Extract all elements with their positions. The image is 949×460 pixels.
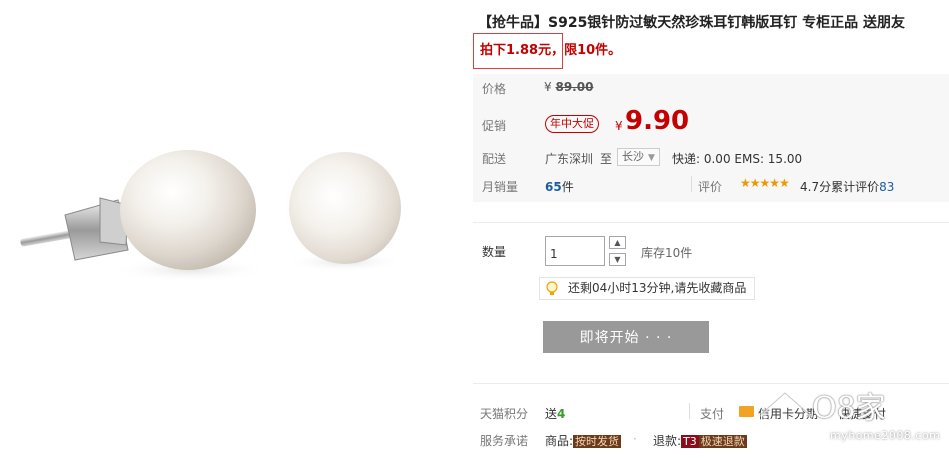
tmall-points-prefix: 送 — [545, 407, 558, 421]
refund-promise-prefix: 退款: — [653, 434, 682, 448]
promotion-price: 9.90 — [625, 106, 690, 136]
promo-limit: 限10件。 — [564, 43, 622, 58]
rating-summary[interactable]: 4.7分累计评价83 — [800, 178, 894, 195]
tmall-points-label: 天猫积分 — [480, 407, 529, 421]
destination-city-value: 长沙 — [622, 150, 644, 163]
dot-separator: · — [633, 432, 637, 446]
lightbulb-icon — [546, 281, 558, 295]
rating-label: 评价 — [698, 180, 723, 194]
chevron-down-icon: ▼ — [648, 153, 655, 163]
watermark-url: myhome2008.com — [830, 429, 941, 442]
product-image[interactable] — [0, 0, 460, 457]
on-time-shipping-badge[interactable]: 按时发货 — [573, 435, 622, 448]
original-price-value: 89.00 — [555, 80, 594, 94]
shipping-origin: 广东深圳 — [545, 152, 594, 166]
original-price: ¥ 89.00 — [544, 80, 593, 94]
goods-promise: 商品: 按时发货 — [545, 432, 622, 449]
divider — [691, 176, 692, 192]
promotion-label: 促销 — [482, 119, 507, 133]
tmall-points-value: 送4 — [545, 405, 565, 422]
payment-label: 支付 — [700, 407, 725, 421]
promotion-currency: ¥ — [615, 119, 623, 133]
shipping-fees: 快递: 0.00 EMS: 15.00 — [672, 152, 803, 166]
monthly-sales-count: 65 — [545, 180, 562, 194]
tmall-points-number: 4 — [557, 407, 566, 421]
rating-score: 4.7分 — [800, 180, 832, 194]
quantity-increase-button[interactable]: ▲ — [609, 236, 626, 249]
right-pearl — [289, 152, 401, 264]
product-title: 【抢牛品】S925银针防过敏天然珍珠耳钉韩版耳钉 专柜正品 送朋友 — [478, 15, 906, 31]
promo-text: 拍下1.88元，限10件。 — [480, 39, 621, 58]
quantity-decrease-button[interactable]: ▼ — [609, 253, 626, 266]
monthly-sales-label: 月销量 — [482, 180, 519, 194]
promo-price: 拍下1.88元， — [480, 43, 565, 58]
t3-badge: T3 — [681, 435, 699, 448]
original-price-label: 价格 — [482, 82, 507, 96]
shipping-to-word: 至 — [600, 152, 613, 166]
section-divider — [473, 222, 949, 223]
goods-promise-prefix: 商品: — [545, 434, 574, 448]
divider — [689, 403, 690, 419]
rating-count: 83 — [879, 180, 895, 194]
left-pearl — [120, 150, 256, 270]
star-rating-icon: ★★★★★ — [740, 176, 790, 190]
shipping-label: 配送 — [482, 152, 507, 166]
monthly-sales-value: 65件 — [545, 178, 574, 195]
refund-promise: 退款: T3 极速退款 — [653, 432, 747, 449]
watermark-logo-text: O8家 — [812, 391, 886, 426]
fast-refund-badge[interactable]: 极速退款 — [698, 435, 747, 448]
quantity-input[interactable] — [545, 236, 605, 266]
destination-city-select[interactable]: 长沙 ▼ — [617, 148, 660, 166]
original-price-currency: ¥ — [544, 80, 552, 94]
stock-info: 库存10件 — [641, 246, 693, 260]
service-promise-label: 服务承诺 — [480, 434, 529, 448]
pearl-earrings-illustration — [20, 150, 405, 282]
start-soon-button[interactable]: 即将开始 · · · — [543, 321, 709, 353]
promotion-badge: 年中大促 — [545, 115, 599, 133]
rating-count-label: 累计评价 — [831, 180, 880, 194]
monthly-sales-unit: 件 — [561, 180, 574, 194]
countdown-reminder: 还剩04小时13分钟,请先收藏商品 — [539, 277, 756, 300]
quantity-label: 数量 — [482, 245, 507, 259]
